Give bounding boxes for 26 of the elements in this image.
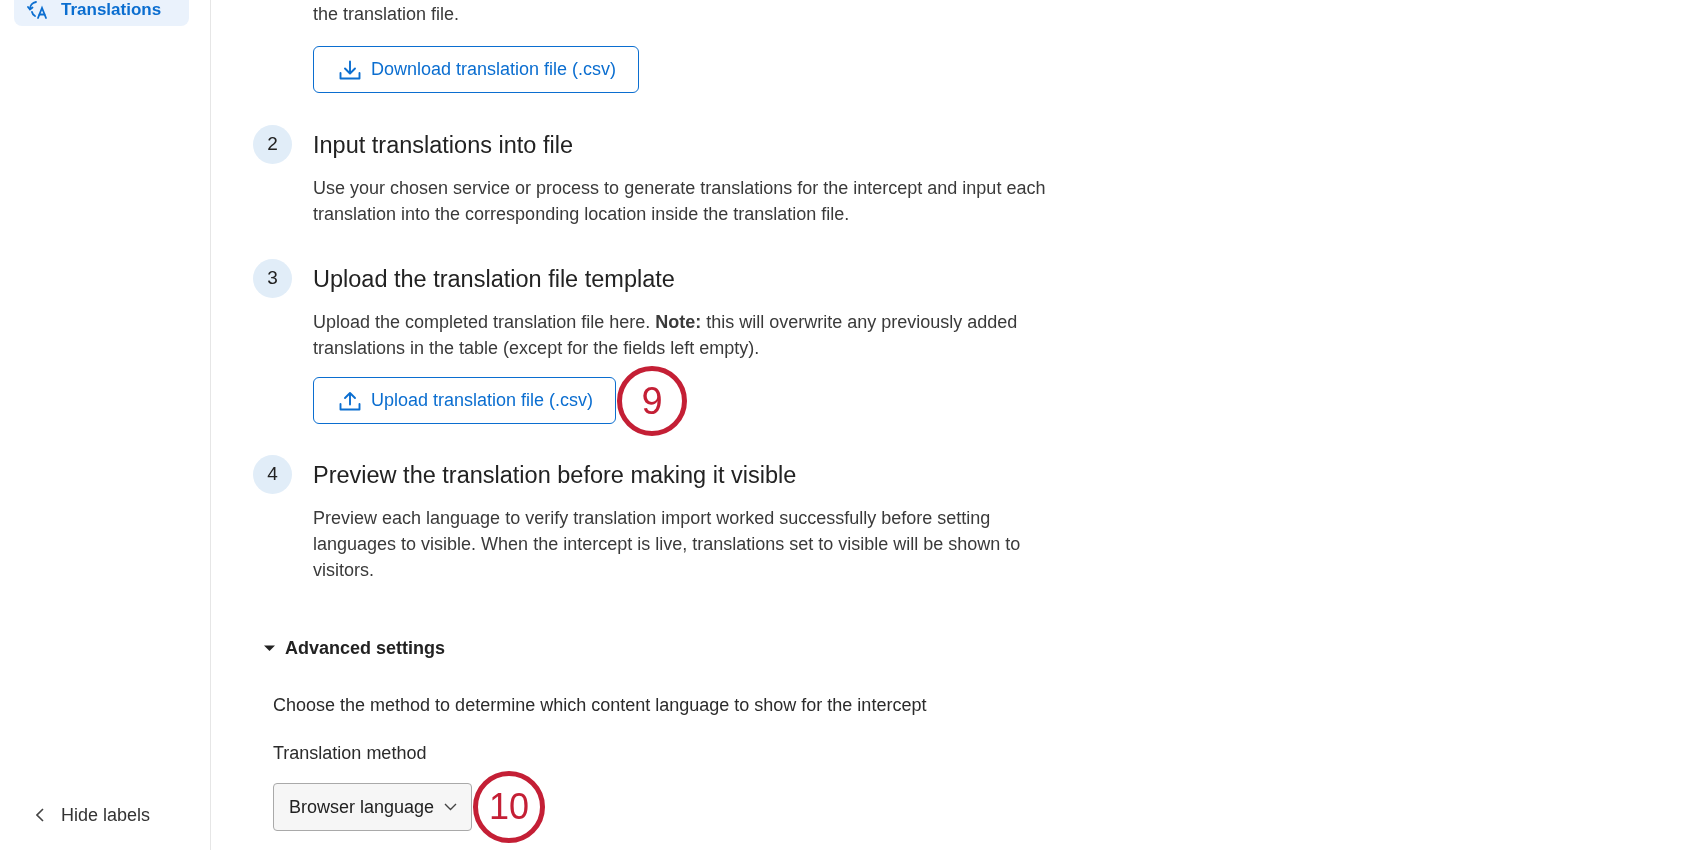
hide-labels-link[interactable]: Hide labels [0, 803, 210, 827]
translate-icon [27, 0, 49, 20]
upload-button[interactable]: Upload translation file (.csv) [313, 377, 617, 424]
callout-number: 9 [617, 365, 688, 436]
step-description: Use your chosen service or process to generate translations for the intercept and input each translation into the corresponding location inside the translation file. [313, 177, 1047, 226]
step-number: 4 [253, 455, 292, 494]
step-title: Upload the translation file template [313, 264, 675, 294]
chevron-down-icon [444, 803, 458, 811]
step-number: 3 [253, 259, 292, 298]
advanced-settings-toggle[interactable]: Advanced settings [264, 635, 446, 661]
advanced-settings-description: Choose the method to determine which content language to show for the intercept [273, 694, 928, 717]
upload-icon [339, 390, 361, 411]
translation-method-label: Translation method [273, 742, 428, 765]
chevron-left-icon [36, 808, 44, 822]
sidebar-item[interactable]: Translations [14, 0, 189, 26]
caret-down-icon [264, 643, 275, 653]
callout-number: 10 [473, 771, 546, 843]
step-description: Upload the completed translation file here. Note: this will overwrite any previously added translations in the table (except for the fields left empty). [313, 311, 1019, 360]
download-icon [339, 59, 361, 80]
translation-method-dropdown[interactable]: Browser language [273, 783, 473, 831]
step-description: Preview each language to verify translation import worked successfully before setting languages to visible. When the intercept is live, translations set to visible will be shown to visitors. [313, 507, 1022, 582]
step-title: Input translations into file [313, 130, 573, 160]
step-title: Preview the translation before making it visible [313, 460, 797, 490]
download-button[interactable]: Download translation file (.csv) [313, 46, 640, 93]
step-number: 2 [253, 125, 292, 164]
step-description: the translation file. [313, 3, 461, 26]
